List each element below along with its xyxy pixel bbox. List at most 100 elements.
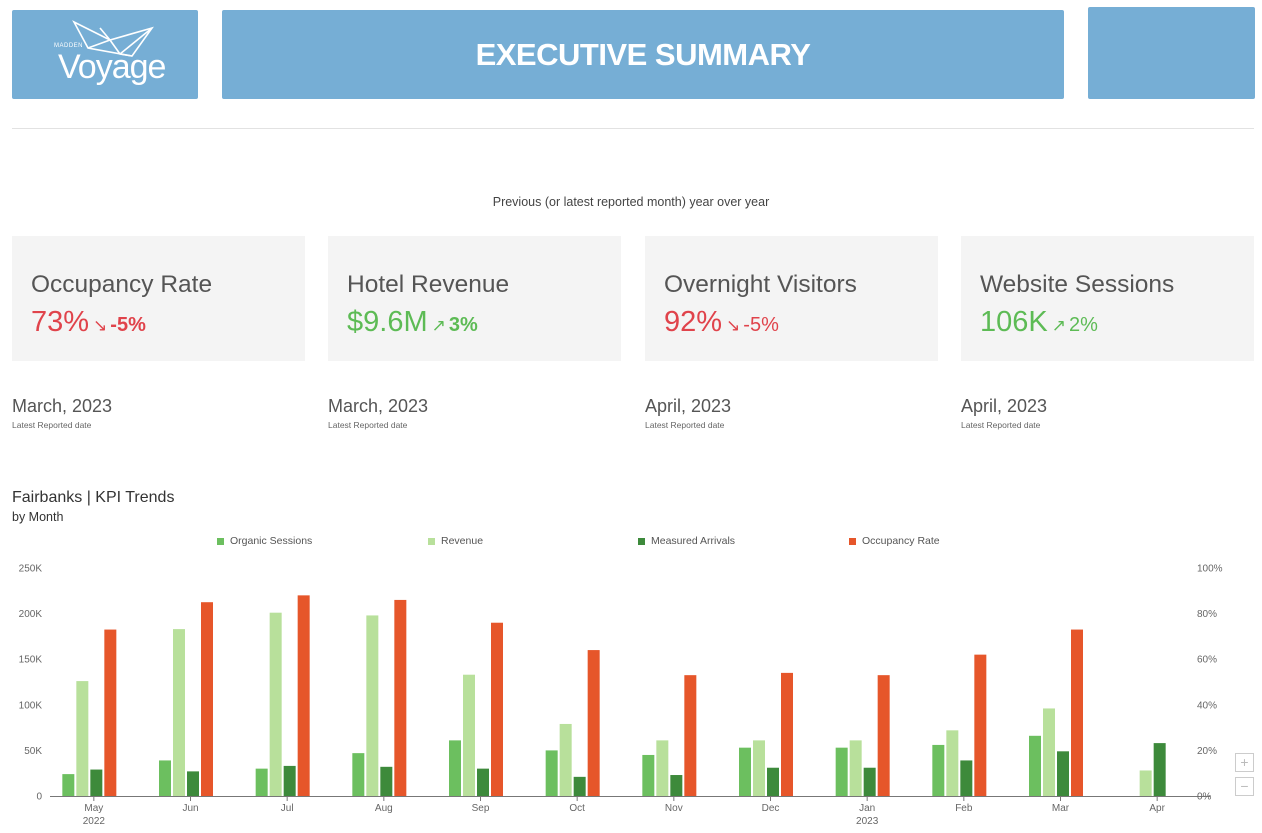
x-tick-label: Nov bbox=[665, 803, 683, 814]
bar-organic-sessions bbox=[642, 754, 655, 796]
y-right-tick-label: 100% bbox=[1197, 564, 1223, 575]
bar-revenue bbox=[463, 674, 475, 796]
bar-measured-arrivals bbox=[863, 767, 876, 796]
kpi-value: 73% bbox=[31, 306, 90, 338]
bar-organic-sessions bbox=[835, 747, 848, 796]
kpi-label: Overnight Visitors bbox=[664, 271, 857, 298]
bar-revenue bbox=[1139, 770, 1152, 796]
y-left-tick-label: 100K bbox=[19, 700, 43, 711]
bar-measured-arrivals bbox=[283, 765, 296, 796]
bar-revenue bbox=[656, 740, 669, 796]
x-tick-year-label: 2023 bbox=[856, 816, 879, 827]
zoom-in-button[interactable]: + bbox=[1235, 753, 1254, 772]
zoom-out-button[interactable]: − bbox=[1235, 777, 1254, 796]
kpi-date-note: Latest Reported date bbox=[961, 420, 1041, 430]
x-tick-label: Apr bbox=[1149, 803, 1165, 814]
kpi-change: -5% bbox=[743, 314, 779, 336]
legend-item[interactable]: Occupancy Rate bbox=[849, 535, 940, 547]
bar-occupancy-rate bbox=[297, 595, 310, 796]
x-tick-label: Feb bbox=[955, 803, 973, 814]
legend-label: Measured Arrivals bbox=[651, 535, 736, 547]
legend-label: Organic Sessions bbox=[230, 535, 313, 547]
kpi-label: Website Sessions bbox=[980, 271, 1175, 298]
bar-occupancy-rate bbox=[877, 675, 890, 796]
kpi-date: March, 2023 bbox=[12, 396, 113, 416]
bar-measured-arrivals bbox=[1153, 743, 1166, 796]
legend-item[interactable]: Measured Arrivals bbox=[638, 535, 735, 547]
legend-label: Revenue bbox=[441, 535, 484, 547]
trend-down-icon: ↘ bbox=[93, 316, 108, 335]
x-tick-label: Aug bbox=[375, 803, 393, 814]
bar-organic-sessions bbox=[255, 768, 268, 796]
kpi-label: Occupancy Rate bbox=[31, 271, 213, 298]
bar-revenue bbox=[849, 740, 862, 796]
kpi-change: 2% bbox=[1068, 314, 1098, 336]
kpi-value: $9.6M bbox=[347, 306, 428, 338]
kpi-value-row: 106K ↗ 2% bbox=[980, 306, 1098, 339]
x-tick-label: Jul bbox=[281, 803, 294, 814]
bar-revenue bbox=[1043, 708, 1055, 796]
kpi-date-note: Latest Reported date bbox=[12, 420, 92, 430]
chart-title: Fairbanks | KPI Trends bbox=[12, 489, 175, 506]
bar-measured-arrivals bbox=[477, 768, 489, 796]
y-left-tick-label: 250K bbox=[19, 564, 43, 575]
bar-organic-sessions bbox=[62, 774, 75, 796]
y-right-tick-label: 40% bbox=[1197, 700, 1217, 711]
trend-up-icon: ↗ bbox=[1051, 316, 1066, 335]
kpi-date: April, 2023 bbox=[645, 396, 732, 416]
x-tick-label: Sep bbox=[472, 803, 490, 814]
legend-item[interactable]: Organic Sessions bbox=[217, 535, 312, 547]
kpi-card-website-sessions: Website Sessions 106K ↗ 2% bbox=[961, 236, 1254, 361]
legend-label: Occupancy Rate bbox=[862, 535, 940, 547]
trend-down-icon: ↘ bbox=[726, 316, 741, 335]
bar-organic-sessions bbox=[739, 747, 751, 796]
x-tick-label: Mar bbox=[1052, 803, 1070, 814]
bar-organic-sessions bbox=[932, 744, 945, 796]
bar-organic-sessions bbox=[159, 760, 171, 796]
bar-measured-arrivals bbox=[90, 769, 103, 796]
y-left-tick-label: 200K bbox=[19, 609, 43, 620]
bar-occupancy-rate bbox=[781, 672, 793, 796]
y-right-tick-label: 20% bbox=[1197, 746, 1217, 757]
kpi-card-overnight-visitors: Overnight Visitors 92% ↘ -5% bbox=[645, 236, 938, 361]
bar-revenue bbox=[946, 730, 959, 796]
x-tick-label: May bbox=[84, 803, 103, 814]
bar-organic-sessions bbox=[352, 753, 365, 796]
trend-up-icon: ↗ bbox=[431, 316, 446, 335]
header-divider bbox=[12, 128, 1254, 129]
bar-measured-arrivals bbox=[670, 775, 683, 796]
x-tick-label: Jan bbox=[859, 803, 875, 814]
kpi-date: April, 2023 bbox=[961, 396, 1048, 416]
y-left-tick-label: 0 bbox=[36, 792, 42, 803]
kpi-subtitle: Previous (or latest reported month) year… bbox=[492, 195, 770, 209]
kpi-card-hotel-revenue: Hotel Revenue $9.6M ↗ 3% bbox=[328, 236, 621, 361]
kpi-change: 3% bbox=[448, 314, 478, 336]
y-right-tick-label: 60% bbox=[1197, 655, 1217, 666]
bar-occupancy-rate bbox=[491, 622, 503, 796]
bar-occupancy-rate bbox=[974, 654, 987, 796]
kpi-value: 92% bbox=[664, 306, 723, 338]
header-corner-panel bbox=[1088, 7, 1255, 99]
bar-measured-arrivals bbox=[380, 766, 393, 796]
bar-organic-sessions bbox=[545, 750, 558, 796]
bar-revenue bbox=[269, 612, 282, 796]
legend-swatch bbox=[217, 537, 224, 545]
kpi-value-row: 92% ↘ -5% bbox=[664, 306, 779, 339]
y-left-tick-label: 50K bbox=[24, 746, 42, 757]
kpi-value-row: 73% ↘ -5% bbox=[31, 306, 146, 339]
bar-organic-sessions bbox=[449, 740, 461, 796]
page-title: EXECUTIVE SUMMARY bbox=[475, 36, 811, 72]
voyage-logo: MADDEN Voyage bbox=[12, 10, 198, 99]
bar-revenue bbox=[173, 629, 185, 796]
legend-item[interactable]: Revenue bbox=[428, 535, 483, 547]
y-right-tick-label: 0% bbox=[1197, 792, 1212, 803]
kpi-trends-chart: 0 50K 100K 150K 200K 250K 0% 20% 40% 60% 80% 100% Ma… bbox=[19, 564, 1223, 828]
bar-revenue bbox=[559, 723, 572, 796]
kpi-date-note: Latest Reported date bbox=[328, 420, 408, 430]
bar-occupancy-rate bbox=[587, 650, 600, 796]
bar-occupancy-rate bbox=[1071, 629, 1083, 796]
bar-revenue bbox=[753, 740, 765, 796]
bar-occupancy-rate bbox=[201, 602, 213, 796]
kpi-card-occupancy-rate: Occupancy Rate 73% ↘ -5% bbox=[12, 236, 305, 361]
kpi-label: Hotel Revenue bbox=[347, 271, 510, 298]
